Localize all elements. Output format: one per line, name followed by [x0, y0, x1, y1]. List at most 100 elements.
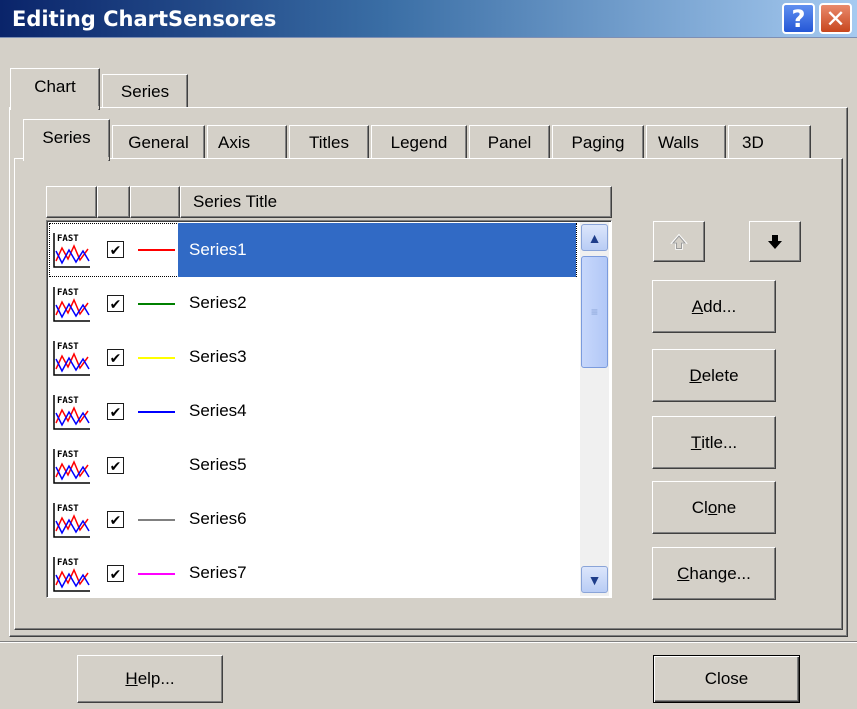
close-button[interactable]: Close	[653, 655, 800, 703]
tab-general[interactable]: General	[112, 125, 205, 159]
fast-icon-text: FAST	[57, 342, 79, 352]
header-col-icon[interactable]	[46, 186, 97, 218]
fast-icon-text: FAST	[57, 288, 79, 298]
tab-axis[interactable]: Axis	[207, 125, 287, 159]
fast-line-series-icon: FAST	[53, 286, 91, 322]
tab-join	[11, 106, 99, 109]
series-row[interactable]: FAST ✔ Series6	[49, 493, 577, 547]
series-title: Series6	[189, 509, 247, 528]
fast-icon-text: FAST	[57, 396, 79, 406]
visible-checkbox[interactable]: ✔	[107, 565, 124, 582]
series-row[interactable]: FAST ✔ Series2	[49, 277, 577, 331]
clone-label-accel: o	[707, 497, 718, 517]
tab-label: Series	[42, 128, 91, 147]
header-title-label: Series Title	[193, 192, 278, 211]
fast-line-series-icon: FAST	[53, 232, 91, 268]
help-label-accel: H	[125, 669, 138, 688]
series-row[interactable]: FAST ✔ Series3	[49, 331, 577, 385]
series-title: Series2	[189, 293, 247, 312]
series-row[interactable]: FAST ✔ Series5	[49, 439, 577, 493]
series-title: Series4	[189, 401, 247, 420]
window-title: Editing ChartSensores	[12, 7, 277, 31]
help-button[interactable]: Help...	[77, 655, 223, 703]
header-col-color[interactable]	[130, 186, 180, 218]
add-label-post: dd...	[703, 296, 737, 316]
title-button[interactable]: Title...	[652, 416, 776, 469]
tab-label: Legend	[390, 132, 448, 152]
tab-series[interactable]: Series	[23, 119, 110, 161]
series-color-swatch[interactable]	[138, 357, 175, 359]
tab-titles[interactable]: Titles	[289, 125, 369, 159]
tab-label: Walls	[658, 132, 699, 152]
visible-checkbox[interactable]: ✔	[107, 349, 124, 366]
help-icon[interactable]: ?	[782, 3, 815, 34]
series-title: Series7	[189, 563, 247, 582]
fast-line-series-icon: FAST	[53, 448, 91, 484]
series-row[interactable]: FAST ✔ Series7	[49, 547, 577, 601]
change-button[interactable]: Change...	[652, 547, 776, 600]
fast-icon-text: FAST	[57, 234, 79, 244]
visible-checkbox[interactable]: ✔	[107, 457, 124, 474]
tab-label: Series	[120, 81, 170, 101]
fast-line-series-icon: FAST	[53, 394, 91, 430]
move-up-button[interactable]	[653, 221, 705, 262]
series-title: Series3	[189, 347, 247, 366]
tab-label: Axis	[218, 132, 251, 152]
scroll-thumb[interactable]: ≡	[581, 256, 608, 368]
visible-checkbox[interactable]: ✔	[107, 241, 124, 258]
scroll-down-icon[interactable]: ▼	[581, 566, 608, 593]
fast-icon-text: FAST	[57, 558, 79, 568]
tab-legend[interactable]: Legend	[371, 125, 467, 159]
move-down-button[interactable]	[749, 221, 801, 262]
tab-chart[interactable]: Chart	[10, 68, 100, 110]
visible-checkbox[interactable]: ✔	[107, 403, 124, 420]
tab-label: Panel	[487, 132, 532, 152]
tab-label: 3D	[742, 132, 764, 152]
title-bar: Editing ChartSensores ? ✕	[0, 0, 857, 38]
scroll-up-icon[interactable]: ▲	[581, 224, 608, 251]
tab-label: Paging	[571, 132, 625, 152]
delete-button[interactable]: Delete	[652, 349, 776, 402]
change-label-post: hange...	[689, 563, 751, 583]
series-color-swatch[interactable]	[138, 249, 175, 251]
series-row[interactable]: FAST ✔ Series4	[49, 385, 577, 439]
tab-label: Titles	[309, 132, 349, 152]
up-arrow-icon	[670, 233, 688, 250]
fast-line-series-icon: FAST	[53, 502, 91, 538]
close-label: Close	[704, 669, 749, 688]
add-button[interactable]: Add...	[652, 280, 776, 333]
series-title: Series1	[178, 223, 576, 277]
tab-3d[interactable]: 3D	[728, 125, 811, 159]
series-color-swatch[interactable]	[138, 411, 175, 413]
tab-panel[interactable]: Panel	[469, 125, 550, 159]
header-col-title[interactable]: Series Title	[180, 186, 612, 218]
tab-label: General	[128, 132, 189, 152]
series-row[interactable]: FAST ✔ Series1	[49, 223, 577, 277]
title-label-post: itle...	[701, 432, 738, 452]
series-listbox[interactable]: FAST ✔ Series1 FAST ✔ Series2 FAST ✔ Series3 FAST…	[46, 220, 612, 598]
vertical-scrollbar[interactable]: ▲ ≡ ▼	[580, 222, 609, 596]
bottom-separator	[0, 641, 857, 643]
list-header: Series Title	[46, 186, 612, 218]
add-label-accel: A	[691, 296, 704, 316]
fast-line-series-icon: FAST	[53, 340, 91, 376]
tab-paging[interactable]: Paging	[552, 125, 644, 159]
fast-icon-text: FAST	[57, 450, 79, 460]
visible-checkbox[interactable]: ✔	[107, 295, 124, 312]
tab-series-top[interactable]: Series	[102, 74, 188, 108]
title-label-accel: T	[690, 432, 702, 452]
tab-walls[interactable]: Walls	[646, 125, 726, 159]
series-color-swatch[interactable]	[138, 303, 175, 305]
subtab-join	[24, 157, 109, 160]
visible-checkbox[interactable]: ✔	[107, 511, 124, 528]
header-col-visible[interactable]	[97, 186, 130, 218]
close-icon[interactable]: ✕	[819, 3, 852, 34]
series-color-swatch[interactable]	[138, 573, 175, 575]
down-arrow-icon	[768, 234, 782, 249]
tab-label: Chart	[34, 77, 76, 96]
help-label-post: elp...	[137, 669, 175, 688]
change-label-accel: C	[677, 563, 690, 583]
series-color-swatch[interactable]	[138, 465, 175, 467]
clone-button[interactable]: Cl o ne	[652, 481, 776, 534]
series-color-swatch[interactable]	[138, 519, 175, 521]
